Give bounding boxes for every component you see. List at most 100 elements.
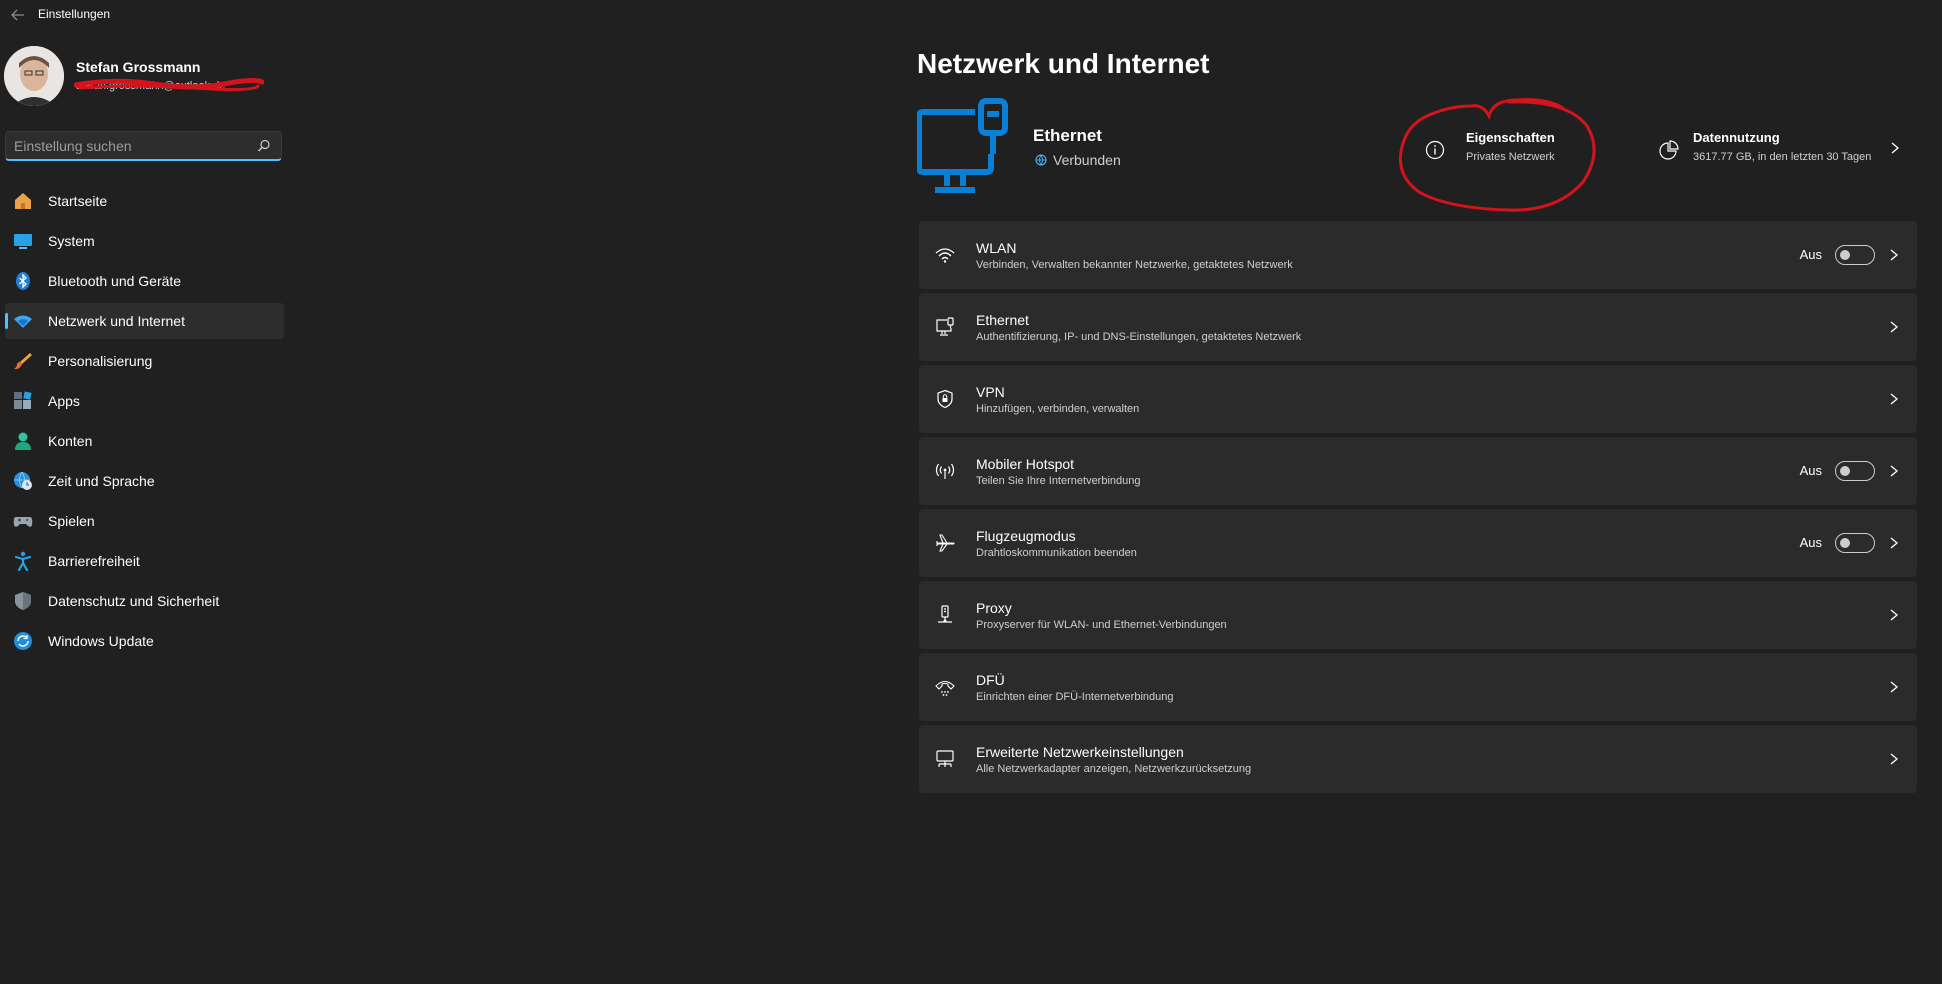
main-content: Netzwerk und Internet Ethernet Verbunden… [917, 30, 1917, 984]
nav-item-datenschutz[interactable]: Datenschutz und Sicherheit [5, 583, 284, 619]
sidebar: Stefan Grossmann stefan.grossmann@outloo… [0, 30, 290, 984]
chevron-right-icon [1890, 393, 1899, 405]
nav-label: System [48, 233, 95, 249]
nav-item-windows-update[interactable]: Windows Update [5, 623, 284, 659]
row-advanced-network[interactable]: Erweiterte Netzwerkeinstellungen Alle Ne… [919, 725, 1917, 793]
chevron-right-icon [1890, 681, 1899, 693]
dialup-icon [935, 680, 955, 696]
update-icon [14, 632, 32, 650]
row-subtitle: Alle Netzwerkadapter anzeigen, Netzwerkz… [976, 763, 1252, 775]
wifi-icon [935, 248, 955, 263]
advanced-network-icon [936, 750, 954, 767]
data-usage-button[interactable]: Datennutzung 3617.77 GB, in den letzten … [1659, 128, 1909, 172]
bluetooth-icon [16, 272, 30, 290]
row-title: DFÜ [976, 672, 1005, 688]
row-title: Erweiterte Netzwerkeinstellungen [976, 744, 1184, 760]
nav-label: Personalisierung [48, 353, 153, 369]
properties-subtitle: Privates Netzwerk [1466, 151, 1555, 163]
row-airplane-mode[interactable]: Flugzeugmodus Drahtloskommunikation been… [919, 509, 1917, 577]
nav-label: Spielen [48, 513, 95, 529]
pie-chart-icon [1659, 140, 1679, 160]
ethernet-monitor-icon [917, 98, 1008, 193]
account-icon [15, 432, 31, 450]
wlan-toggle[interactable] [1835, 245, 1875, 265]
row-subtitle: Einrichten einer DFÜ-Internetverbindung [976, 691, 1174, 703]
avatar [4, 46, 64, 106]
system-icon [14, 234, 32, 249]
toggle-state-label: Aus [1799, 535, 1822, 550]
apps-icon [14, 391, 32, 409]
airplane-toggle[interactable] [1835, 533, 1875, 553]
connection-status: Verbunden [1035, 152, 1121, 168]
search-input[interactable] [14, 136, 249, 156]
connection-name: Ethernet [1033, 126, 1102, 145]
row-subtitle: Drahtloskommunikation beenden [976, 547, 1137, 559]
toggle-state-label: Aus [1799, 247, 1822, 262]
search-icon[interactable] [257, 139, 271, 153]
row-title: Mobiler Hotspot [976, 456, 1075, 472]
nav-item-barrierefreiheit[interactable]: Barrierefreiheit [5, 543, 284, 579]
home-icon [15, 193, 31, 209]
row-title: Flugzeugmodus [976, 528, 1076, 544]
nav-item-network[interactable]: Netzwerk und Internet [5, 303, 284, 339]
row-title: VPN [976, 384, 1005, 400]
nav-label: Startseite [48, 193, 108, 209]
nav-label: Zeit und Sprache [48, 473, 155, 489]
data-usage-title: Datennutzung [1693, 130, 1780, 145]
nav-label: Apps [48, 393, 80, 409]
row-subtitle: Teilen Sie Ihre Internetverbindung [976, 475, 1141, 487]
data-usage-subtitle: 3617.77 GB, in den letzten 30 Tagen [1693, 151, 1872, 163]
row-subtitle: Hinzufügen, verbinden, verwalten [976, 403, 1140, 415]
title-bar: Einstellungen [0, 0, 1942, 30]
nav-item-personalisierung[interactable]: Personalisierung [5, 343, 284, 379]
hotspot-icon [935, 463, 955, 479]
nav-item-zeit-sprache[interactable]: Zeit und Sprache [5, 463, 284, 499]
app-title: Einstellungen [38, 7, 111, 21]
hotspot-toggle[interactable] [1835, 461, 1875, 481]
nav-item-spielen[interactable]: Spielen [5, 503, 284, 539]
row-title: Ethernet [976, 312, 1029, 328]
info-icon [1425, 140, 1445, 160]
row-ethernet[interactable]: Ethernet Authentifizierung, IP- und DNS-… [919, 293, 1917, 361]
back-arrow-icon[interactable] [6, 5, 30, 25]
shield-icon [15, 592, 31, 610]
vpn-shield-icon [937, 389, 953, 409]
network-icon [14, 315, 32, 328]
properties-title: Eigenschaften [1466, 130, 1555, 145]
settings-list: WLAN Verbinden, Verwalten bekannter Netz… [919, 221, 1917, 797]
nav-item-apps[interactable]: Apps [5, 383, 284, 419]
row-subtitle: Proxyserver für WLAN- und Ethernet-Verbi… [976, 619, 1227, 631]
toggle-knob [1840, 250, 1850, 260]
row-dialup[interactable]: DFÜ Einrichten einer DFÜ-Internetverbind… [919, 653, 1917, 721]
airplane-icon [936, 534, 955, 552]
user-profile[interactable]: Stefan Grossmann stefan.grossmann@outloo… [4, 46, 284, 108]
nav-label: Barrierefreiheit [48, 553, 140, 569]
redaction-scribble [74, 77, 264, 92]
row-title: Proxy [976, 600, 1012, 616]
search-box[interactable] [5, 131, 282, 161]
row-wlan[interactable]: WLAN Verbinden, Verwalten bekannter Netz… [919, 221, 1917, 289]
chevron-right-icon [1890, 321, 1899, 333]
chevron-right-icon [1891, 142, 1900, 154]
nav-list: Startseite System Bluetooth und Geräte N… [5, 183, 284, 663]
globe-clock-icon [14, 471, 32, 490]
nav-item-konten[interactable]: Konten [5, 423, 284, 459]
nav-label: Windows Update [48, 633, 154, 649]
chevron-right-icon [1890, 537, 1899, 549]
nav-label: Netzwerk und Internet [48, 313, 185, 329]
row-hotspot[interactable]: Mobiler Hotspot Teilen Sie Ihre Internet… [919, 437, 1917, 505]
ethernet-icon [936, 317, 954, 336]
page-title: Netzwerk und Internet [917, 48, 1210, 79]
nav-label: Datenschutz und Sicherheit [48, 593, 220, 609]
brush-icon [14, 353, 32, 370]
nav-item-bluetooth[interactable]: Bluetooth und Geräte [5, 263, 284, 299]
status-text: Verbunden [1053, 152, 1121, 168]
row-proxy[interactable]: Proxy Proxyserver für WLAN- und Ethernet… [919, 581, 1917, 649]
properties-button[interactable]: Eigenschaften Privates Netzwerk [1425, 128, 1585, 172]
nav-item-startseite[interactable]: Startseite [5, 183, 284, 219]
gamepad-icon [13, 517, 33, 527]
row-title: WLAN [976, 240, 1017, 256]
row-vpn[interactable]: VPN Hinzufügen, verbinden, verwalten [919, 365, 1917, 433]
row-subtitle: Verbinden, Verwalten bekannter Netzwerke… [976, 259, 1293, 271]
nav-item-system[interactable]: System [5, 223, 284, 259]
